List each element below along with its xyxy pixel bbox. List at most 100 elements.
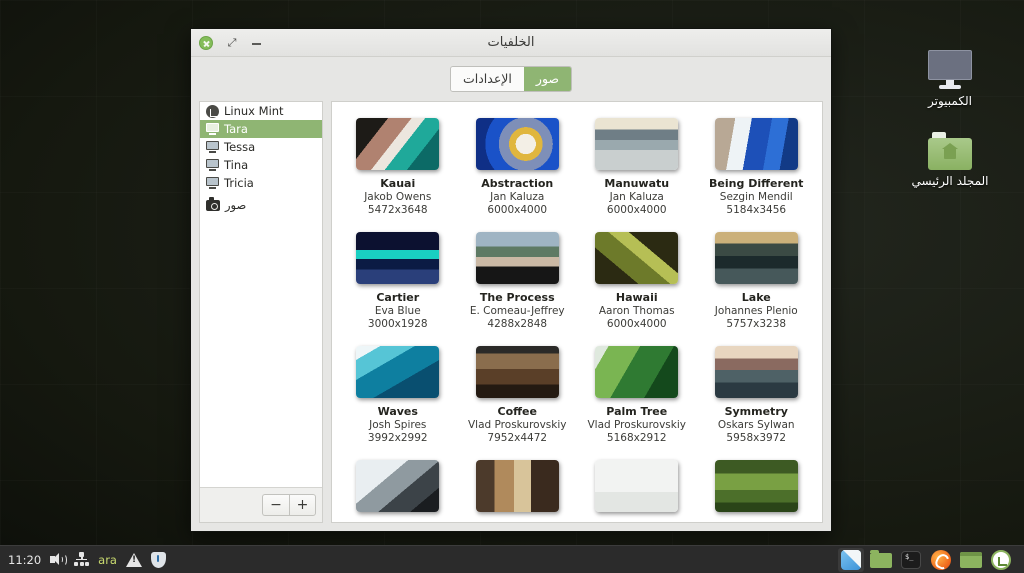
add-folder-button[interactable]: + [289,494,316,516]
system-tray: 11:20 ara [0,551,166,568]
wallpaper-name: Being Different [709,177,804,190]
firefox-icon[interactable] [928,548,954,572]
sidebar-item-tessa[interactable]: Tessa [200,138,322,156]
wallpaper-resolution: 3992x2992 [367,432,428,444]
backgrounds-window: ⤢ الخلفيات صور الإعدادات Kauai Jakob Owen… [190,28,832,532]
monitor-icon [206,141,219,153]
window-body: Kauai Jakob Owens 5472x3648 Abstraction Jan … [191,101,831,531]
wallpaper-thumbnail[interactable] [356,460,440,512]
wallpaper-resolution: 5958x3972 [726,432,787,444]
folder-icon[interactable] [868,548,894,572]
wallpaper-item[interactable]: Manuwatu Jan Kaluza 6000x4000 [577,112,697,226]
wallpaper-item[interactable]: Coffee Vlad Proskurovskiy 7952x4472 [458,340,578,454]
sidebar-item-label: Tina [224,158,249,172]
desktop-icon-home-folder[interactable]: المجلد الرئيسي [890,116,1010,188]
sidebar-item-tricia[interactable]: Tricia [200,174,322,192]
wallpaper-author: Vlad Proskurovskiy [587,419,686,431]
terminal-icon[interactable] [898,548,924,572]
warning-icon[interactable] [125,552,142,567]
wallpaper-item[interactable]: Cartier Eva Blue 3000x1928 [338,226,458,340]
window-title: الخلفيات [487,35,535,50]
wallpaper-grid-pane[interactable]: Kauai Jakob Owens 5472x3648 Abstraction Jan … [331,101,823,523]
monitor-icon [206,177,219,189]
sidebar-item-label: Tricia [224,176,254,190]
keyboard-layout-indicator[interactable]: ara [98,553,117,567]
wallpaper-thumbnail[interactable] [714,232,798,284]
wallpaper-author: Aaron Thomas [598,305,675,317]
tab-bar: صور الإعدادات [191,57,831,101]
wallpaper-thumbnail[interactable] [475,346,559,398]
wallpaper-author: Vlad Proskurovskiy [468,419,567,431]
wallpaper-author: Josh Spires [369,419,427,431]
remove-folder-button[interactable]: − [262,494,289,516]
wallpaper-name: Hawaii [615,291,658,304]
mint-menu-icon[interactable] [988,548,1014,572]
network-icon[interactable] [74,552,90,567]
wallpaper-thumbnail[interactable] [595,232,679,284]
wallpaper-thumbnail[interactable] [714,346,798,398]
window-titlebar[interactable]: ⤢ الخلفيات [191,29,831,57]
wallpaper-resolution: 7952x4472 [487,432,548,444]
desktop-icon-label: الكمبيوتر [928,94,972,108]
sidebar-item-label: صور [225,198,247,212]
wallpaper-thumbnail[interactable] [714,460,798,512]
wallpaper-thumbnail[interactable] [356,346,440,398]
wallpaper-item[interactable]: Being Different Sezgin Mendil 5184x3456 [697,112,817,226]
wallpaper-resolution: 4288x2848 [487,318,548,330]
shield-icon[interactable] [150,551,166,568]
clock[interactable]: 11:20 [8,553,41,567]
wallpaper-thumbnail[interactable] [475,232,559,284]
wallpaper-name: Cartier [376,291,420,304]
tab-images[interactable]: صور [523,67,572,91]
wallpaper-author: Jan Kaluza [609,191,664,203]
wallpaper-item[interactable]: Palm Tree Vlad Proskurovskiy 5168x2912 [577,340,697,454]
tab-settings[interactable]: الإعدادات [451,67,524,91]
files-app-icon[interactable] [838,547,864,572]
wallpaper-thumbnail[interactable] [356,232,440,284]
taskbar: 11:20 ara [0,545,1024,573]
wallpaper-author: Jan Kaluza [490,191,545,203]
wallpaper-item[interactable]: Symmetry Oskars Sylwan 5958x3972 [697,340,817,454]
wallpaper-author: Oskars Sylwan [717,419,795,431]
desktop-icon-computer[interactable]: الكمبيوتر [890,36,1010,108]
monitor-icon [206,123,219,135]
wallpaper-name: Manuwatu [604,177,670,190]
wallpaper-thumbnail[interactable] [595,118,679,170]
camera-icon [206,196,220,211]
wallpaper-resolution: 5168x2912 [606,432,667,444]
desktop-icon-label: المجلد الرئيسي [911,174,989,188]
monitor-icon [206,159,219,171]
wallpaper-item[interactable]: Abstraction Jan Kaluza 6000x4000 [458,112,578,226]
sidebar-item-tara[interactable]: Tara [200,120,322,138]
wallpaper-author: Sezgin Mendil [719,191,793,203]
green-terminal-icon[interactable] [958,548,984,572]
home-folder-icon [890,116,1010,170]
wallpaper-resolution: 5757x3238 [726,318,787,330]
wallpaper-item[interactable] [458,454,578,522]
wallpaper-thumbnail[interactable] [475,460,559,512]
wallpaper-item[interactable]: Kauai Jakob Owens 5472x3648 [338,112,458,226]
sidebar-item-linux-mint[interactable]: Linux Mint [200,102,322,120]
wallpaper-thumbnail[interactable] [714,118,798,170]
wallpaper-item[interactable]: Lake Johannes Plenio 5757x3238 [697,226,817,340]
sidebar-item-tina[interactable]: Tina [200,156,322,174]
wallpaper-item[interactable]: Waves Josh Spires 3992x2992 [338,340,458,454]
sidebar-item-صور[interactable]: صور [200,196,322,214]
wallpaper-thumbnail[interactable] [475,118,559,170]
wallpaper-name: Waves [377,405,418,418]
mint-logo-icon [206,104,219,118]
wallpaper-thumbnail[interactable] [595,346,679,398]
wallpaper-item[interactable] [338,454,458,522]
sidebar-list[interactable]: Linux Mint Tara Tessa Tina Tricia صور [200,102,322,488]
wallpaper-item[interactable]: Hawaii Aaron Thomas 6000x4000 [577,226,697,340]
wallpaper-item[interactable]: The Process E. Comeau-Jeffrey 4288x2848 [458,226,578,340]
sidebar-actions: − + [200,488,322,522]
wallpaper-item[interactable] [577,454,697,522]
wallpaper-author: Jakob Owens [364,191,432,203]
speaker-icon[interactable] [50,552,68,567]
wallpaper-item[interactable] [697,454,817,522]
wallpaper-resolution: 6000x4000 [606,318,667,330]
wallpaper-thumbnail[interactable] [595,460,679,512]
wallpaper-thumbnail[interactable] [356,118,440,170]
sidebar-item-label: Tara [224,122,248,136]
